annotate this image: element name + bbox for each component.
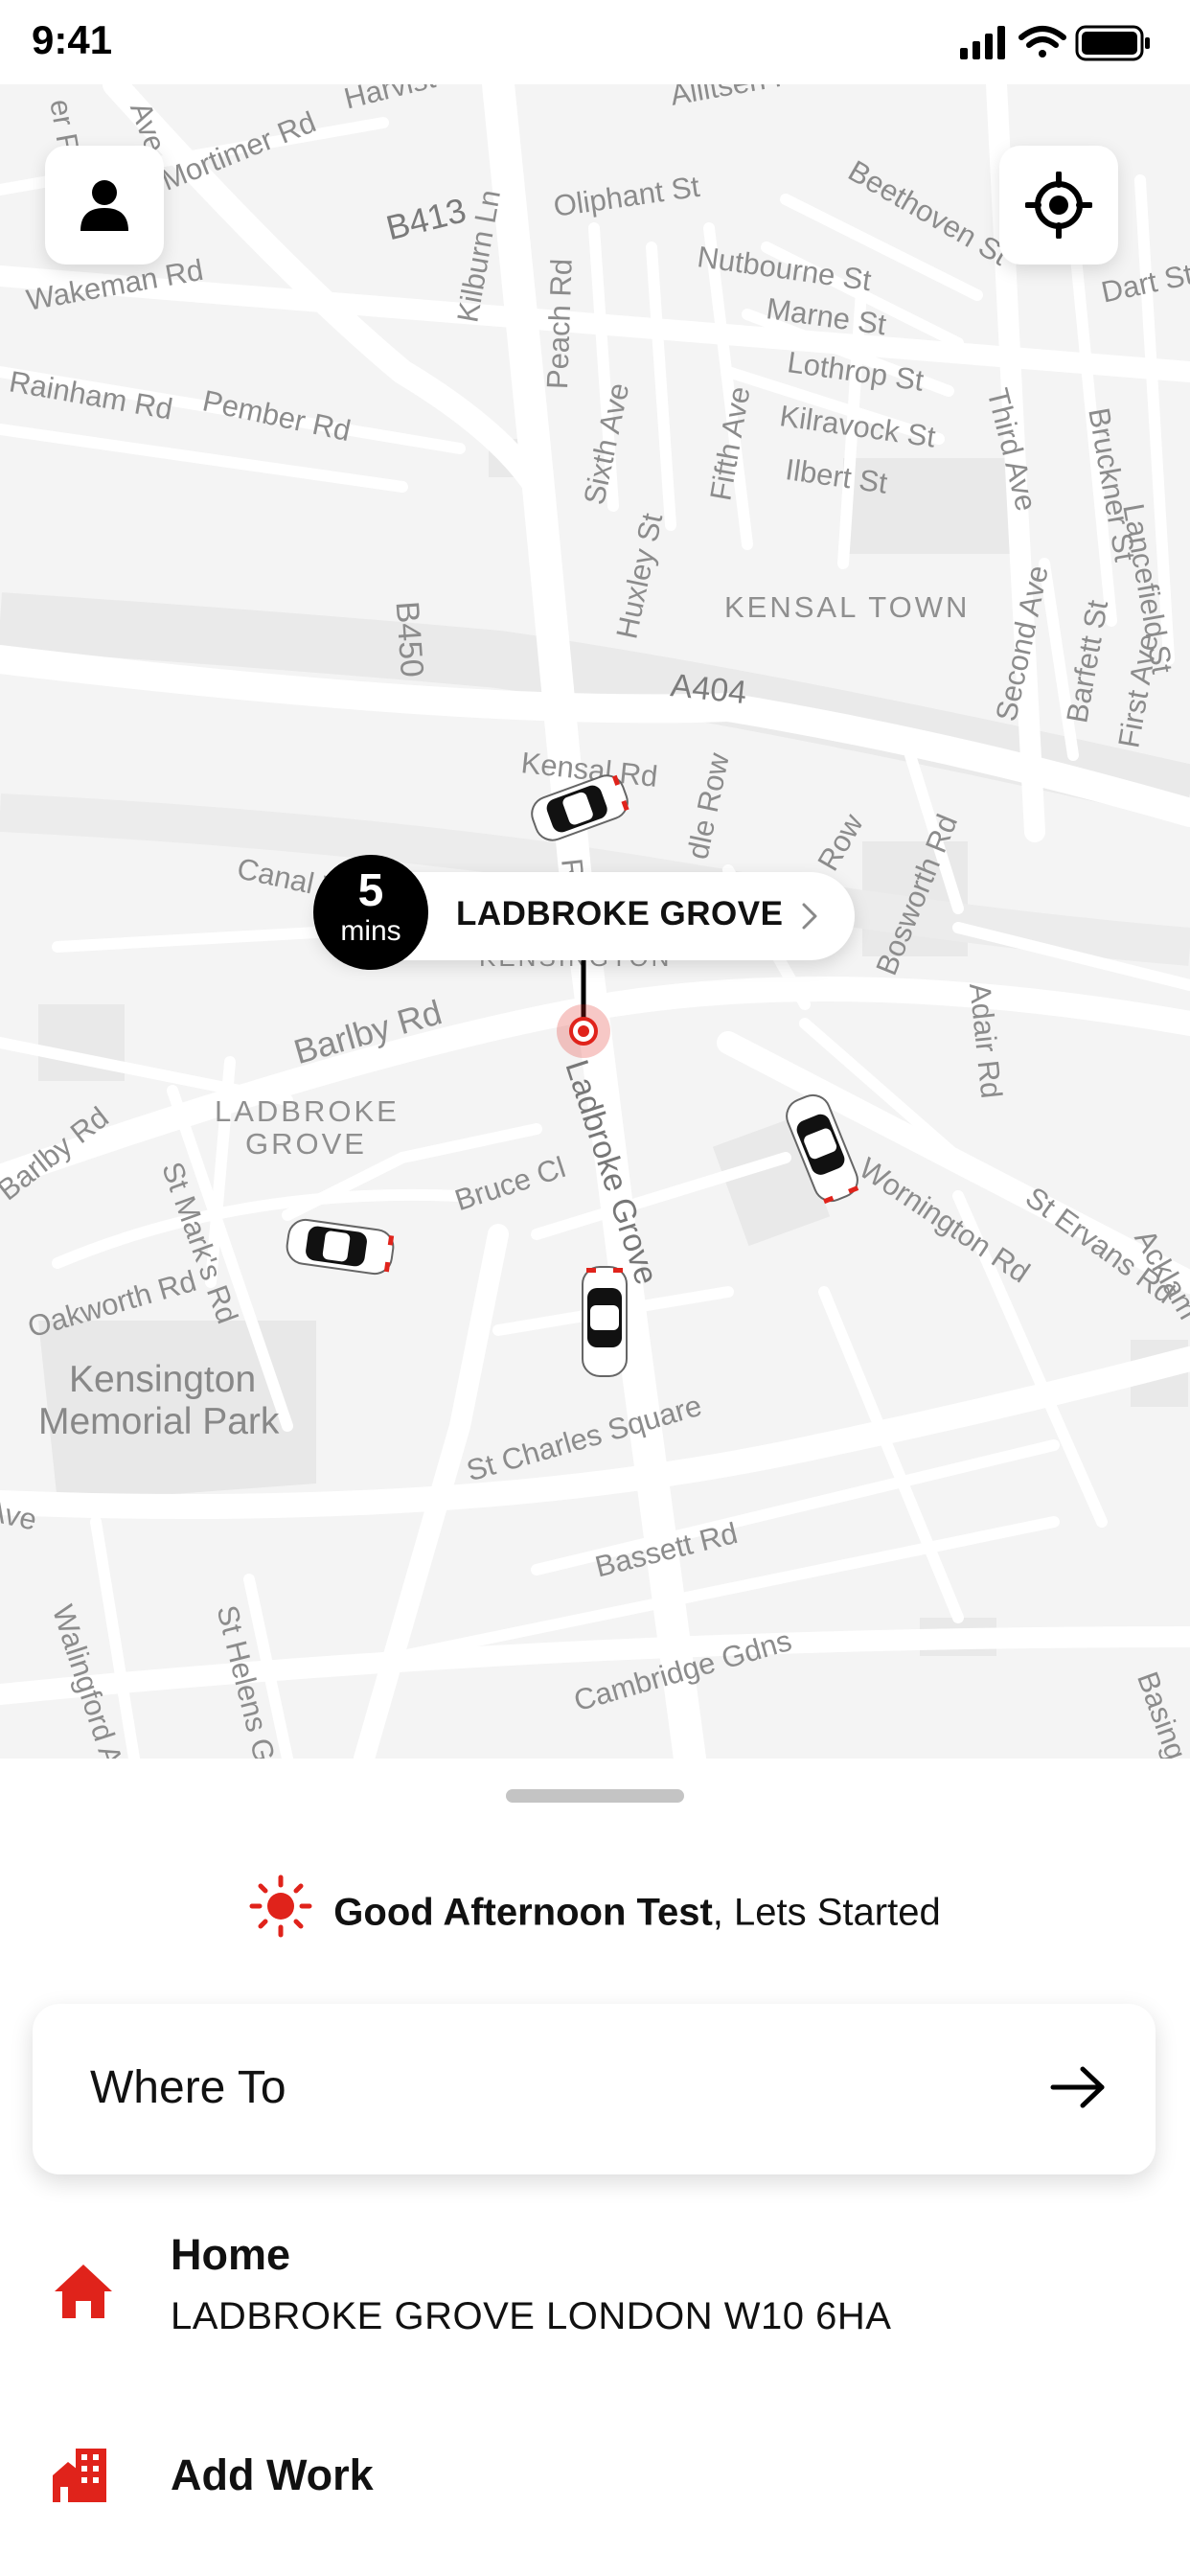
user-icon: [80, 180, 128, 231]
greeting: Good Afternoon Test, Lets Started: [0, 1874, 1190, 1951]
pickup-eta-pill[interactable]: 5 mins LADBROKE GROVE: [313, 855, 855, 970]
status-icons: [960, 23, 1152, 70]
map-view[interactable]: Harvist Rd Allitsen Rd Ave er Rd Mortime…: [0, 84, 1190, 1759]
saved-place-home[interactable]: Home LADBROKE GROVE LONDON W10 6HA: [0, 2219, 1190, 2353]
sun-icon: [249, 1874, 312, 1947]
saved-place-work[interactable]: Add Work: [0, 2429, 1190, 2535]
street-label: A404: [669, 667, 749, 712]
eta-badge: 5 mins: [313, 855, 428, 970]
car-icon: [582, 1266, 628, 1377]
pickup-location-name: LADBROKE GROVE: [456, 895, 784, 932]
add-work-title: Add Work: [171, 2450, 374, 2499]
eta-minutes: 5: [357, 865, 384, 916]
battery-icon: [1075, 25, 1150, 61]
pin-icon: [557, 947, 610, 1058]
street-label: Peach Rd: [540, 258, 579, 390]
car-icon: [786, 1093, 859, 1205]
greeting-name: Good Afternoon Test: [333, 1891, 713, 1934]
area-label: GROVE: [245, 1127, 367, 1161]
cellular-signal-icon: [960, 26, 1005, 59]
street-label: B450: [388, 600, 430, 679]
building-icon: [53, 2449, 106, 2502]
area-label: LADBROKE: [215, 1094, 400, 1128]
area-label: KENSAL TOWN: [724, 590, 971, 624]
home-title: Home: [171, 2230, 291, 2279]
car-icon: [531, 774, 629, 841]
where-to-label: Where To: [90, 2062, 286, 2113]
park-label-line2: Memorial Park: [38, 1401, 280, 1442]
status-time: 9:41: [32, 17, 113, 62]
profile-button[interactable]: [45, 146, 164, 264]
status-bar: 9:41: [0, 0, 1190, 84]
where-to-search[interactable]: Where To: [33, 2004, 1156, 2174]
bottom-sheet: Good Afternoon Test, Lets Started Where …: [0, 1759, 1190, 2576]
wifi-icon: [1018, 26, 1066, 58]
locate-icon: [1025, 172, 1092, 239]
arrow-right-icon: [1050, 2066, 1105, 2108]
eta-unit: mins: [340, 915, 401, 947]
car-icon: [286, 1218, 395, 1276]
home-icon: [55, 2265, 112, 2318]
greeting-suffix: , Lets Started: [712, 1891, 941, 1934]
locate-me-button[interactable]: [999, 146, 1118, 264]
chevron-right-icon: [802, 903, 817, 930]
home-address: LADBROKE GROVE LONDON W10 6HA: [171, 2295, 892, 2337]
sheet-drag-handle[interactable]: [506, 1789, 684, 1803]
park-label-line1: Kensington: [69, 1359, 257, 1400]
